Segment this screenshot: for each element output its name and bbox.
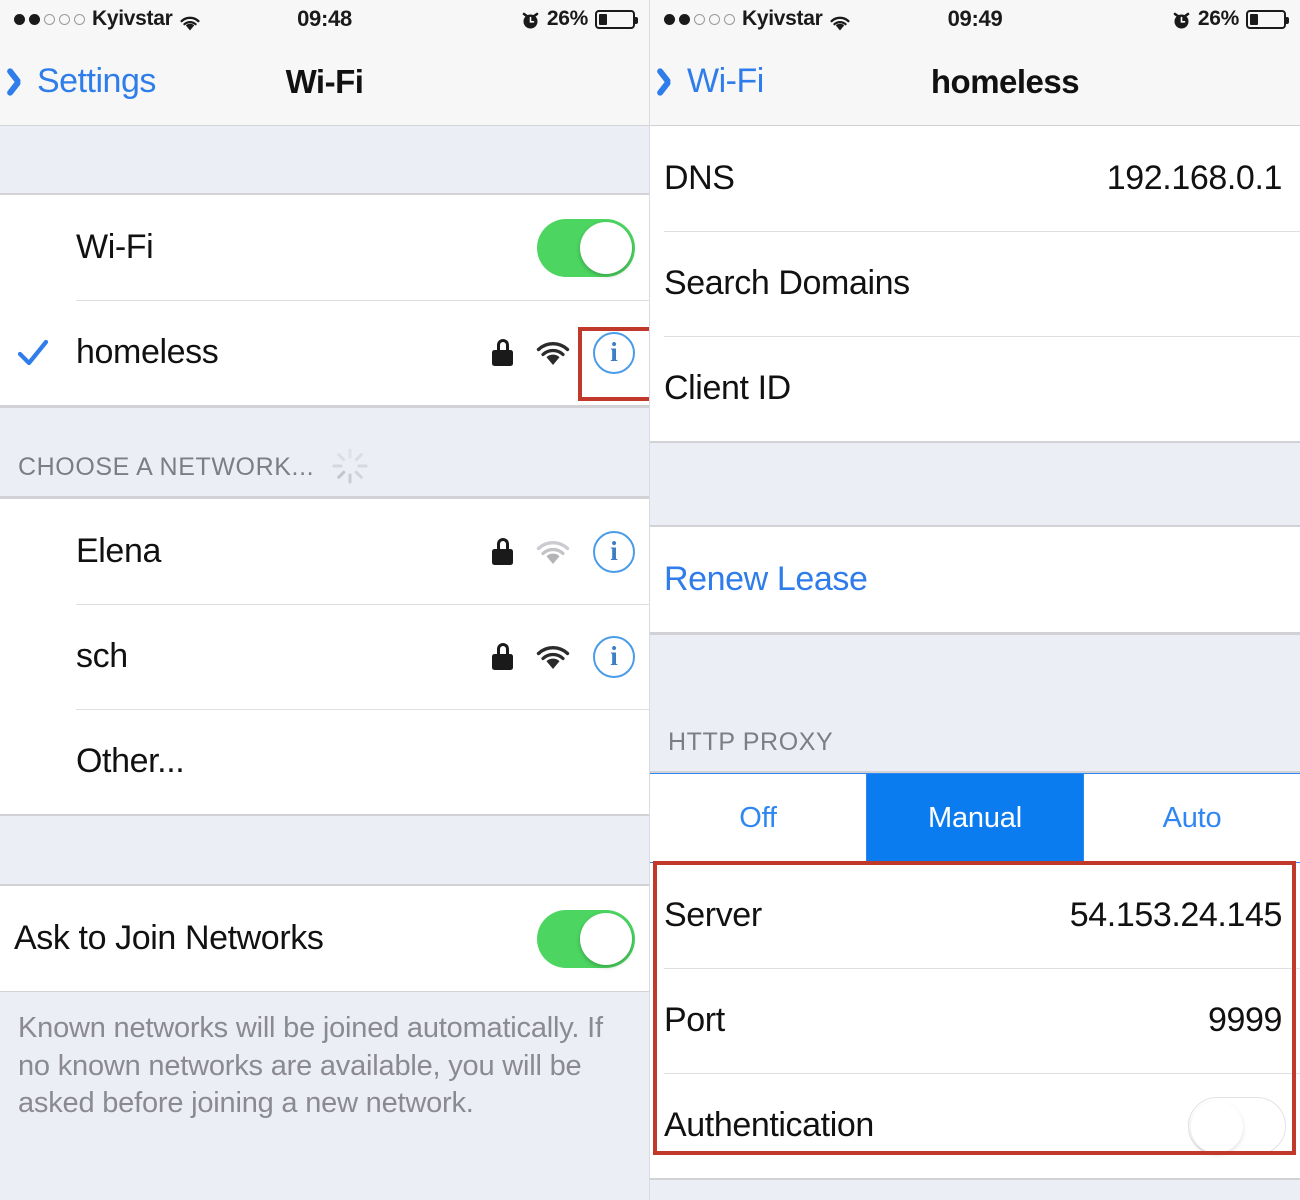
proxy-mode-segmented-control[interactable]: Off Manual Auto bbox=[650, 773, 1300, 863]
segment-auto[interactable]: Auto bbox=[1084, 774, 1300, 862]
section-header-label: HTTP PROXY bbox=[668, 728, 834, 756]
alarm-clock-icon bbox=[521, 10, 540, 29]
wifi-toggle-row[interactable]: Wi-Fi bbox=[0, 195, 649, 300]
lock-icon bbox=[492, 643, 513, 670]
network-name: Elena bbox=[76, 532, 161, 570]
segment-off[interactable]: Off bbox=[650, 774, 867, 862]
proxy-authentication-row[interactable]: Authentication bbox=[650, 1073, 1300, 1178]
segment-manual[interactable]: Manual bbox=[867, 774, 1084, 862]
status-bar: Kyivstar 09:48 26% bbox=[0, 0, 649, 38]
battery-percentage: 26% bbox=[1197, 7, 1239, 30]
wifi-signal-icon bbox=[535, 340, 571, 366]
wifi-group: Wi-Fi homeless i bbox=[0, 194, 649, 406]
dns-value: 192.168.0.1 bbox=[1106, 159, 1283, 197]
wifi-toggle-label: Wi-Fi bbox=[76, 228, 154, 266]
proxy-server-label: Server bbox=[664, 896, 762, 934]
search-domains-row[interactable]: Search Domains bbox=[650, 231, 1300, 336]
chevron-left-icon bbox=[14, 67, 31, 97]
navigation-bar: Settings Wi-Fi bbox=[0, 38, 649, 126]
network-name: sch bbox=[76, 637, 128, 675]
status-bar-left: Kyivstar bbox=[664, 7, 948, 31]
ask-to-join-row[interactable]: Ask to Join Networks bbox=[0, 886, 649, 991]
info-icon[interactable]: i bbox=[593, 530, 635, 573]
status-bar-time: 09:48 bbox=[297, 6, 352, 31]
connected-network-name: homeless bbox=[76, 333, 219, 371]
status-bar-right: 26% bbox=[352, 7, 638, 31]
ask-to-join-group: Ask to Join Networks bbox=[0, 885, 649, 992]
renew-lease-label: Renew Lease bbox=[664, 560, 868, 598]
wifi-toggle[interactable] bbox=[537, 218, 635, 277]
ask-to-join-label: Ask to Join Networks bbox=[14, 919, 324, 957]
renew-lease-row[interactable]: Renew Lease bbox=[650, 527, 1300, 632]
info-icon[interactable]: i bbox=[593, 331, 635, 374]
top-spacer bbox=[0, 126, 649, 194]
choose-network-section-header: CHOOSE A NETWORK... bbox=[0, 406, 649, 498]
back-button[interactable]: Wi-Fi bbox=[664, 62, 764, 101]
carrier-name: Kyivstar bbox=[742, 7, 823, 30]
lock-icon bbox=[492, 538, 513, 565]
navigation-bar: Wi-Fi homeless bbox=[650, 38, 1300, 126]
footer-note: Known networks will be joined automatica… bbox=[0, 992, 649, 1124]
battery-icon bbox=[1246, 9, 1289, 29]
alarm-clock-icon bbox=[1172, 10, 1191, 29]
proxy-authentication-label: Authentication bbox=[664, 1106, 874, 1144]
section-header-label: CHOOSE A NETWORK... bbox=[18, 453, 315, 481]
client-id-label: Client ID bbox=[664, 369, 791, 407]
wifi-signal-icon bbox=[535, 644, 571, 670]
signal-strength-dots bbox=[14, 13, 85, 25]
available-networks-group: Elena i sch i Other... bbox=[0, 498, 649, 815]
wifi-icon bbox=[829, 11, 851, 30]
proxy-port-label: Port bbox=[664, 1001, 725, 1039]
left-phone-screen: Kyivstar 09:48 26% Settings Wi-Fi Wi-Fi … bbox=[0, 0, 650, 1200]
network-row-sch[interactable]: sch i bbox=[0, 604, 649, 709]
section-spacer bbox=[0, 815, 649, 885]
status-bar-left: Kyivstar bbox=[14, 7, 297, 31]
http-proxy-section-header: HTTP PROXY bbox=[650, 633, 1300, 773]
section-spacer bbox=[650, 442, 1300, 526]
loading-spinner-icon bbox=[330, 446, 370, 486]
battery-icon bbox=[595, 9, 638, 29]
wifi-icon bbox=[179, 11, 201, 30]
proxy-authentication-toggle[interactable] bbox=[1188, 1096, 1286, 1155]
lock-icon bbox=[492, 339, 513, 366]
carrier-name: Kyivstar bbox=[92, 7, 173, 30]
proxy-server-value: 54.153.24.145 bbox=[1069, 896, 1283, 934]
status-bar-right: 26% bbox=[1002, 7, 1289, 31]
status-bar: Kyivstar 09:49 26% bbox=[650, 0, 1300, 38]
dns-label: DNS bbox=[664, 159, 735, 197]
proxy-server-row[interactable]: Server 54.153.24.145 bbox=[650, 863, 1300, 968]
proxy-port-row[interactable]: Port 9999 bbox=[650, 968, 1300, 1073]
status-bar-time: 09:49 bbox=[947, 6, 1003, 31]
search-domains-label: Search Domains bbox=[664, 264, 910, 302]
signal-strength-dots bbox=[664, 13, 735, 25]
renew-lease-group: Renew Lease bbox=[650, 526, 1300, 633]
back-button[interactable]: Settings bbox=[14, 62, 156, 101]
wifi-signal-icon bbox=[535, 539, 571, 565]
dns-row[interactable]: DNS 192.168.0.1 bbox=[650, 126, 1300, 231]
ask-to-join-toggle[interactable] bbox=[537, 909, 635, 968]
network-row-icons: i bbox=[492, 635, 635, 678]
network-row-other[interactable]: Other... bbox=[0, 709, 649, 814]
proxy-port-value: 9999 bbox=[1207, 1001, 1282, 1039]
connected-network-icons: i bbox=[492, 331, 635, 374]
back-button-label: Wi-Fi bbox=[687, 62, 764, 100]
client-id-row[interactable]: Client ID bbox=[650, 336, 1300, 441]
network-row-elena[interactable]: Elena i bbox=[0, 499, 649, 604]
checkmark-icon bbox=[16, 336, 50, 370]
network-row-icons: i bbox=[492, 530, 635, 573]
network-name: Other... bbox=[76, 742, 185, 780]
dual-screenshot-container: Kyivstar 09:48 26% Settings Wi-Fi Wi-Fi … bbox=[0, 0, 1300, 1200]
right-phone-screen: Kyivstar 09:49 26% Wi-Fi homeless DNS 19… bbox=[650, 0, 1300, 1200]
proxy-settings-group: Server 54.153.24.145 Port 9999 Authentic… bbox=[650, 863, 1300, 1179]
info-icon[interactable]: i bbox=[593, 635, 635, 678]
bottom-spacer bbox=[650, 1179, 1300, 1200]
back-button-label: Settings bbox=[37, 62, 156, 100]
battery-percentage: 26% bbox=[546, 7, 588, 30]
dhcp-group: DNS 192.168.0.1 Search Domains Client ID bbox=[650, 126, 1300, 442]
connected-network-row[interactable]: homeless i bbox=[0, 300, 649, 405]
chevron-left-icon bbox=[664, 67, 681, 97]
